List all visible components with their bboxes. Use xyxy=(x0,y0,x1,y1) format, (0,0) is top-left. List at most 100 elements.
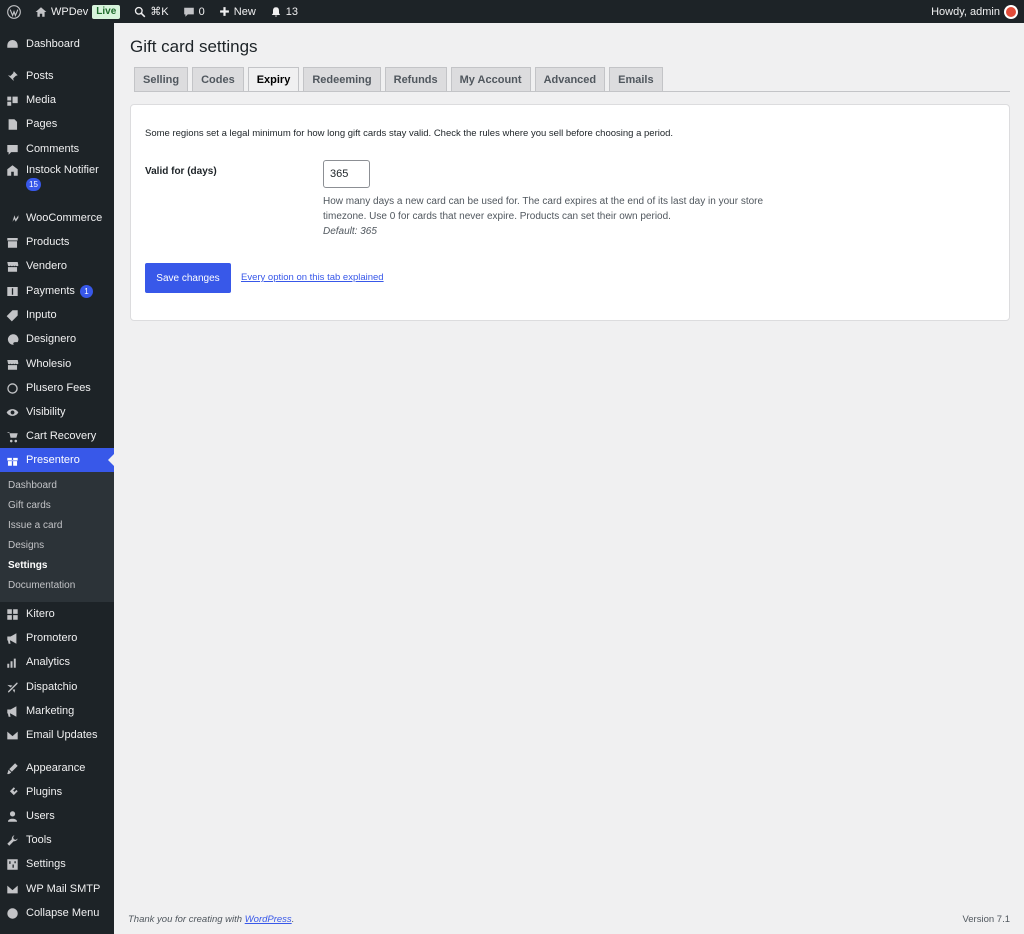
sidebar-item-dispatchio[interactable]: Dispatchio xyxy=(0,675,114,699)
sidebar-item-label: Vendero xyxy=(26,260,67,272)
sidebar-item-instock-notifier[interactable]: Instock Notifier 15 xyxy=(0,161,114,195)
sidebar-item-label: Plugins xyxy=(26,786,63,798)
sidebar-item-label: Payments xyxy=(26,285,75,297)
sidebar-item-label: Wholesio xyxy=(26,358,72,370)
sidebar-item-users[interactable]: Users xyxy=(0,804,114,828)
sidebar-item-label: Marketing xyxy=(26,705,75,717)
wordpress-logo-button[interactable] xyxy=(0,0,28,23)
chart-icon xyxy=(6,656,19,669)
sidebar-item-label: Analytics xyxy=(26,656,71,668)
tab-emails[interactable]: Emails xyxy=(609,67,663,92)
sidebar-item-comments[interactable]: Comments xyxy=(0,137,114,161)
submenu-item-settings[interactable]: Settings xyxy=(8,556,47,576)
sidebar-item-label: Users xyxy=(26,810,55,822)
sidebar-item-label: WP Mail SMTP xyxy=(26,883,101,895)
site-name-link[interactable]: WPDev Live xyxy=(28,0,127,23)
sidebar-item-email-updates[interactable]: Email Updates xyxy=(0,723,114,747)
home-icon xyxy=(35,6,47,17)
dashboard-icon xyxy=(6,38,19,51)
sidebar-item-wholesio[interactable]: Wholesio xyxy=(0,352,114,376)
submenu-item-gift-cards[interactable]: Gift cards xyxy=(8,496,51,516)
sidebar-item-analytics[interactable]: Analytics xyxy=(0,650,114,674)
settings-icon xyxy=(6,858,19,871)
sidebar-item-pages[interactable]: Pages xyxy=(0,112,114,136)
sidebar-item-media[interactable]: Media xyxy=(0,88,114,112)
sidebar-item-wp-mail-smtp[interactable]: WP Mail SMTP xyxy=(0,877,114,901)
sidebar-item-collapse-menu[interactable]: Collapse Menu xyxy=(0,901,114,925)
sidebar-item-inputo[interactable]: Inputo xyxy=(0,303,114,327)
user-icon xyxy=(6,810,19,823)
sidebar-item-visibility[interactable]: Visibility xyxy=(0,400,114,424)
dollar-icon xyxy=(6,285,19,298)
sidebar-item-cart-recovery[interactable]: Cart Recovery xyxy=(0,424,114,448)
envelope-icon xyxy=(6,729,19,742)
site-name: WPDev xyxy=(51,5,89,18)
palette-icon xyxy=(6,333,19,346)
pin-icon xyxy=(6,70,19,83)
gift-icon xyxy=(6,454,19,467)
sidebar-item-label: Presentero xyxy=(26,454,80,466)
sidebar-item-plugins[interactable]: Plugins xyxy=(0,780,114,804)
sidebar-item-presentero[interactable]: Presentero xyxy=(0,448,114,472)
tab-expiry[interactable]: Expiry xyxy=(247,67,300,92)
sidebar-item-settings[interactable]: Settings xyxy=(0,852,114,876)
wordpress-icon xyxy=(7,4,21,19)
documentation-link[interactable]: Every option on this tab explained xyxy=(241,272,384,283)
store-icon xyxy=(6,164,19,177)
command-palette-button[interactable]: ⌘K xyxy=(127,0,175,23)
comments-link[interactable]: 0 xyxy=(176,0,212,23)
footer-version: Version 7.1 xyxy=(962,914,1010,925)
new-content-button[interactable]: New xyxy=(212,0,263,23)
sidebar-item-tools[interactable]: Tools xyxy=(0,828,114,852)
sidebar-item-label: Promotero xyxy=(26,632,78,644)
sidebar-item-woocommerce[interactable]: WooCommerce xyxy=(0,206,114,230)
sidebar-item-posts[interactable]: Posts xyxy=(0,64,114,88)
sidebar-item-plusero-fees[interactable]: Plusero Fees xyxy=(0,376,114,400)
tab-selling[interactable]: Selling xyxy=(134,67,189,92)
megaphone-icon xyxy=(6,705,19,718)
tab-codes[interactable]: Codes xyxy=(192,67,244,92)
plug-icon xyxy=(6,786,19,799)
sidebar-item-payments[interactable]: Payments 1 xyxy=(0,279,114,303)
sidebar-item-label: Email Updates xyxy=(26,729,98,741)
submenu-item-issue-a-card[interactable]: Issue a card xyxy=(8,516,62,536)
comment-icon xyxy=(6,143,19,156)
bell-icon xyxy=(271,6,280,16)
sidebar-item-label: Dispatchio xyxy=(26,681,78,693)
megaphone-icon xyxy=(6,632,19,645)
sidebar-item-label: Settings xyxy=(26,858,66,870)
shortcut-label: ⌘K xyxy=(150,6,169,18)
sidebar-item-label: Inputo xyxy=(26,309,57,321)
submenu-item-dashboard[interactable]: Dashboard xyxy=(8,476,57,496)
storefront-icon xyxy=(6,358,19,371)
sidebar-item-marketing[interactable]: Marketing xyxy=(0,699,114,723)
tab-refunds[interactable]: Refunds xyxy=(384,67,447,92)
avatar xyxy=(1004,4,1018,19)
footer-thanks-suffix: . xyxy=(291,914,295,925)
notifications-button[interactable]: 13 xyxy=(263,0,305,23)
settings-card: Some regions set a legal minimum for how… xyxy=(130,104,1010,321)
sidebar-item-dashboard[interactable]: Dashboard xyxy=(0,32,114,56)
account-menu[interactable]: Howdy, admin xyxy=(924,0,1024,23)
tab-my-account[interactable]: My Account xyxy=(450,67,531,92)
sidebar-item-designero[interactable]: Designero xyxy=(0,327,114,351)
tab-advanced[interactable]: Advanced xyxy=(534,67,606,92)
archive-icon xyxy=(6,236,19,249)
sidebar-item-vendero[interactable]: Vendero xyxy=(0,254,114,278)
notifications-count: 13 xyxy=(285,5,299,18)
sidebar-item-kitero[interactable]: Kitero xyxy=(0,602,114,626)
page-title: Gift card settings xyxy=(130,37,258,56)
media-icon xyxy=(6,94,19,107)
sidebar-item-label: Plusero Fees xyxy=(26,382,91,394)
submenu-item-designs[interactable]: Designs xyxy=(8,536,44,556)
wordpress-link[interactable]: WordPress xyxy=(245,914,292,925)
sidebar-item-appearance[interactable]: Appearance xyxy=(0,756,114,780)
save-changes-button[interactable]: Save changes xyxy=(145,263,231,293)
default-value-text: Default: 365 xyxy=(323,226,377,237)
submenu-item-documentation[interactable]: Documentation xyxy=(8,576,75,596)
valid-days-input[interactable] xyxy=(323,160,370,188)
cart-icon xyxy=(6,430,19,443)
tab-redeeming[interactable]: Redeeming xyxy=(303,67,381,92)
sidebar-item-products[interactable]: Products xyxy=(0,230,114,254)
sidebar-item-promotero[interactable]: Promotero xyxy=(0,626,114,650)
